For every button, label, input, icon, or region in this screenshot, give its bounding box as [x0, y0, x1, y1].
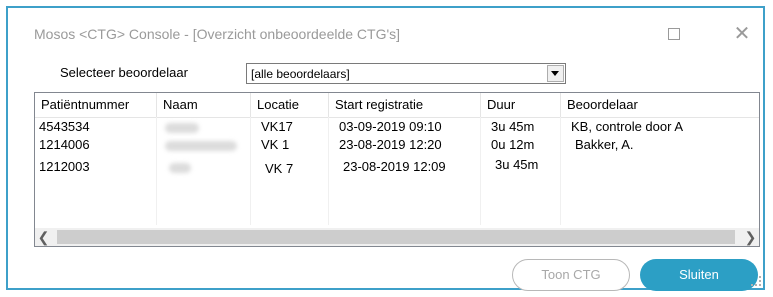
redacted-name: [169, 163, 191, 173]
column-divider: [560, 117, 561, 225]
ctg-table: Patiëntnummer Naam Locatie Start registr…: [34, 92, 760, 247]
column-divider: [250, 117, 251, 225]
cell-location: VK 7: [265, 161, 294, 176]
close-icon[interactable]: ✕: [730, 22, 754, 46]
horizontal-scrollbar[interactable]: ❮ ❯: [35, 228, 759, 246]
chevron-right-icon[interactable]: ❯: [742, 228, 759, 246]
column-header-assessor[interactable]: Beoordelaar: [561, 93, 759, 117]
redacted-name: [165, 141, 237, 151]
maximize-icon[interactable]: [668, 28, 680, 40]
cell-duration: 3u 45m: [491, 119, 535, 134]
table-header: Patiëntnummer Naam Locatie Start registr…: [35, 93, 759, 118]
title-bar: Mosos <CTG> Console - [Overzicht onbeoor…: [8, 8, 763, 52]
cell-duration: 0u 12m: [491, 137, 535, 152]
cell-start: 03-09-2019 09:10: [339, 119, 442, 134]
column-divider: [156, 117, 157, 225]
column-header-duration[interactable]: Duur: [481, 93, 561, 117]
assessor-select-value: [alle beoordelaars]: [251, 67, 350, 81]
column-header-name[interactable]: Naam: [157, 93, 251, 117]
redacted-name: [165, 123, 199, 133]
cell-assessor: KB, controle door A: [571, 119, 684, 134]
console-window: Mosos <CTG> Console - [Overzicht onbeoor…: [6, 6, 765, 291]
column-header-start[interactable]: Start registratie: [329, 93, 481, 117]
column-header-location[interactable]: Locatie: [251, 93, 329, 117]
dropdown-button[interactable]: [547, 65, 564, 82]
cell-location: VK17: [261, 119, 293, 134]
cell-patient: 4543534: [39, 119, 90, 134]
column-header-patient[interactable]: Patiëntnummer: [35, 93, 157, 117]
assessor-filter-label: Selecteer beoordelaar: [60, 65, 188, 80]
cell-start: 23-08-2019 12:20: [339, 137, 442, 152]
window-title: Mosos <CTG> Console - [Overzicht onbeoor…: [34, 26, 401, 42]
cell-location: VK 1: [261, 137, 290, 152]
column-divider: [328, 117, 329, 225]
resize-grip[interactable]: [751, 276, 761, 286]
assessor-select[interactable]: [alle beoordelaars]: [246, 63, 566, 84]
chevron-down-icon: [551, 71, 559, 76]
toon-ctg-button[interactable]: Toon CTG: [512, 259, 630, 291]
cell-start: 23-08-2019 12:09: [343, 159, 446, 174]
cell-patient: 1212003: [39, 159, 90, 174]
column-divider: [480, 117, 481, 225]
cell-duration: 3u 45m: [495, 157, 539, 172]
table-body: 4543534 VK17 03-09-2019 09:10 3u 45m KB,…: [35, 117, 759, 225]
chevron-left-icon[interactable]: ❮: [35, 228, 52, 246]
scrollbar-thumb[interactable]: [57, 230, 735, 244]
sluiten-button[interactable]: Sluiten: [640, 259, 758, 291]
cell-assessor: Bakker, A.: [575, 137, 634, 152]
cell-patient: 1214006: [39, 137, 90, 152]
